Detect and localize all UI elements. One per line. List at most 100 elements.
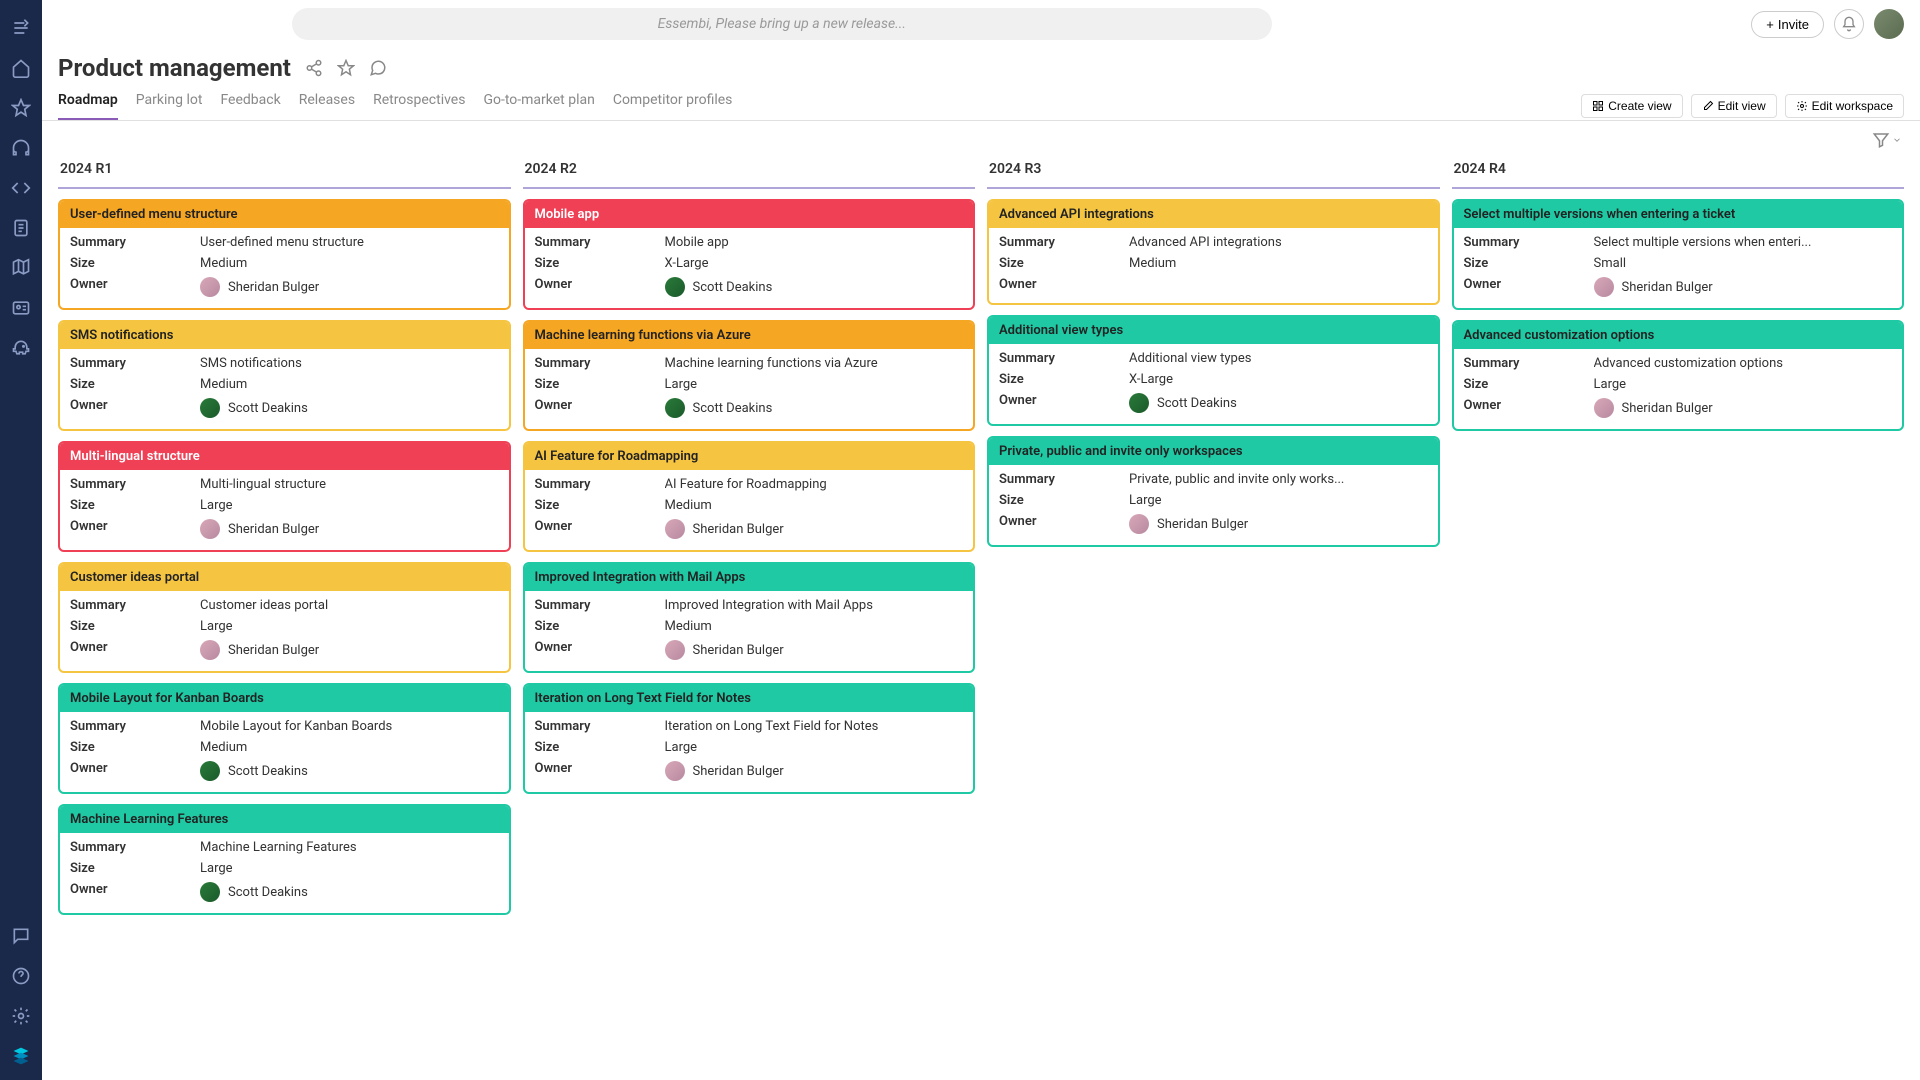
- star-icon[interactable]: [9, 96, 33, 120]
- card-label: Size: [535, 740, 665, 755]
- card-value-size: Large: [200, 498, 499, 513]
- edit-view-button[interactable]: Edit view: [1691, 94, 1777, 118]
- tab-competitor-profiles[interactable]: Competitor profiles: [613, 92, 733, 120]
- map-icon[interactable]: [9, 256, 33, 280]
- card-title: Machine learning functions via Azure: [525, 322, 974, 349]
- tab-feedback[interactable]: Feedback: [220, 92, 280, 120]
- card-label: Size: [70, 861, 200, 876]
- id-card-icon[interactable]: [9, 296, 33, 320]
- card-owner: Sheridan Bulger: [1594, 398, 1893, 418]
- brand-logo-icon[interactable]: [9, 1044, 33, 1068]
- card-title: Iteration on Long Text Field for Notes: [525, 685, 974, 712]
- roadmap-card[interactable]: User-defined menu structureSummaryUser-d…: [58, 199, 511, 310]
- roadmap-card[interactable]: Multi-lingual structureSummaryMulti-ling…: [58, 441, 511, 552]
- card-label: Summary: [70, 356, 200, 371]
- card-label: Owner: [535, 640, 665, 660]
- roadmap-card[interactable]: Improved Integration with Mail AppsSumma…: [523, 562, 976, 673]
- card-value-summary: Private, public and invite only works...: [1129, 472, 1428, 487]
- menu-collapse-icon[interactable]: [9, 16, 33, 40]
- owner-name: Sheridan Bulger: [228, 522, 319, 537]
- roadmap-card[interactable]: Private, public and invite only workspac…: [987, 436, 1440, 547]
- card-label: Summary: [70, 719, 200, 734]
- code-icon[interactable]: [9, 176, 33, 200]
- roadmap-card[interactable]: Iteration on Long Text Field for NotesSu…: [523, 683, 976, 794]
- card-label: Summary: [535, 356, 665, 371]
- card-label: Owner: [70, 519, 200, 539]
- card-title: Private, public and invite only workspac…: [989, 438, 1438, 465]
- card-title: Advanced customization options: [1454, 322, 1903, 349]
- owner-avatar: [200, 519, 220, 539]
- card-title: Customer ideas portal: [60, 564, 509, 591]
- chat-icon[interactable]: [9, 924, 33, 948]
- tab-roadmap[interactable]: Roadmap: [58, 92, 118, 120]
- card-label: Size: [70, 740, 200, 755]
- card-value-summary: Advanced API integrations: [1129, 235, 1428, 250]
- document-icon[interactable]: [9, 216, 33, 240]
- card-value-size: Large: [1594, 377, 1893, 392]
- owner-avatar: [200, 398, 220, 418]
- tab-parking-lot[interactable]: Parking lot: [136, 92, 203, 120]
- card-owner: Scott Deakins: [200, 882, 499, 902]
- search-input[interactable]: Essembi, Please bring up a new release..…: [292, 8, 1272, 40]
- card-label: Summary: [999, 235, 1129, 250]
- favorite-icon[interactable]: [337, 59, 355, 77]
- share-icon[interactable]: [305, 59, 323, 77]
- roadmap-card[interactable]: Mobile appSummaryMobile appSizeX-LargeOw…: [523, 199, 976, 310]
- card-label: Owner: [999, 514, 1129, 534]
- card-label: Owner: [70, 277, 200, 297]
- user-avatar[interactable]: [1874, 9, 1904, 39]
- card-label: Summary: [70, 840, 200, 855]
- card-title: SMS notifications: [60, 322, 509, 349]
- notifications-button[interactable]: [1834, 9, 1864, 39]
- roadmap-card[interactable]: Machine learning functions via Azure Summ…: [523, 320, 976, 431]
- card-label: Size: [70, 619, 200, 634]
- home-icon[interactable]: [9, 56, 33, 80]
- card-value-size: X-Large: [665, 256, 964, 271]
- tab-go-to-market-plan[interactable]: Go-to-market plan: [483, 92, 594, 120]
- card-label: Owner: [70, 398, 200, 418]
- roadmap-card[interactable]: SMS notificationsSummarySMS notification…: [58, 320, 511, 431]
- invite-button[interactable]: +Invite: [1751, 11, 1824, 38]
- comment-icon[interactable]: [369, 59, 387, 77]
- card-label: Size: [535, 256, 665, 271]
- roadmap-card[interactable]: Select multiple versions when entering a…: [1452, 199, 1905, 310]
- owner-avatar: [1129, 393, 1149, 413]
- roadmap-card[interactable]: Additional view typesSummaryAdditional v…: [987, 315, 1440, 426]
- roadmap-card[interactable]: Mobile Layout for Kanban BoardsSummaryMo…: [58, 683, 511, 794]
- create-view-button[interactable]: Create view: [1581, 94, 1682, 118]
- help-icon[interactable]: [9, 964, 33, 988]
- roadmap-card[interactable]: Advanced customization optionsSummaryAdv…: [1452, 320, 1905, 431]
- page-header: Product management: [42, 48, 1920, 82]
- tab-retrospectives[interactable]: Retrospectives: [373, 92, 465, 120]
- card-label: Owner: [999, 393, 1129, 413]
- card-owner: Sheridan Bulger: [665, 761, 964, 781]
- roadmap-card[interactable]: Customer ideas portalSummaryCustomer ide…: [58, 562, 511, 673]
- card-label: Size: [535, 377, 665, 392]
- card-label: Owner: [70, 640, 200, 660]
- gear-icon[interactable]: [9, 1004, 33, 1028]
- roadmap-card[interactable]: Machine Learning FeaturesSummaryMachine …: [58, 804, 511, 915]
- tab-releases[interactable]: Releases: [299, 92, 355, 120]
- card-label: Size: [1464, 256, 1594, 271]
- owner-name: Sheridan Bulger: [1157, 517, 1248, 532]
- owner-name: Scott Deakins: [228, 764, 308, 779]
- filter-button[interactable]: [1872, 131, 1902, 149]
- card-label: Owner: [70, 761, 200, 781]
- card-owner: Sheridan Bulger: [665, 519, 964, 539]
- card-label: Size: [535, 619, 665, 634]
- roadmap-card[interactable]: Advanced API integrationsSummaryAdvanced…: [987, 199, 1440, 305]
- card-title: Mobile app: [525, 201, 974, 228]
- card-value-size: Medium: [1129, 256, 1428, 271]
- card-label: Owner: [1464, 398, 1594, 418]
- edit-workspace-button[interactable]: Edit workspace: [1785, 94, 1904, 118]
- owner-name: Scott Deakins: [693, 401, 773, 416]
- roadmap-card[interactable]: AI Feature for RoadmappingSummaryAI Feat…: [523, 441, 976, 552]
- card-value-summary: Multi-lingual structure: [200, 477, 499, 492]
- column-header: 2024 R2: [523, 155, 976, 189]
- owner-avatar: [665, 519, 685, 539]
- plus-icon: +: [1766, 17, 1774, 32]
- headphones-icon[interactable]: [9, 136, 33, 160]
- card-label: Owner: [999, 277, 1129, 292]
- card-label: Owner: [1464, 277, 1594, 297]
- piggy-bank-icon[interactable]: [9, 336, 33, 360]
